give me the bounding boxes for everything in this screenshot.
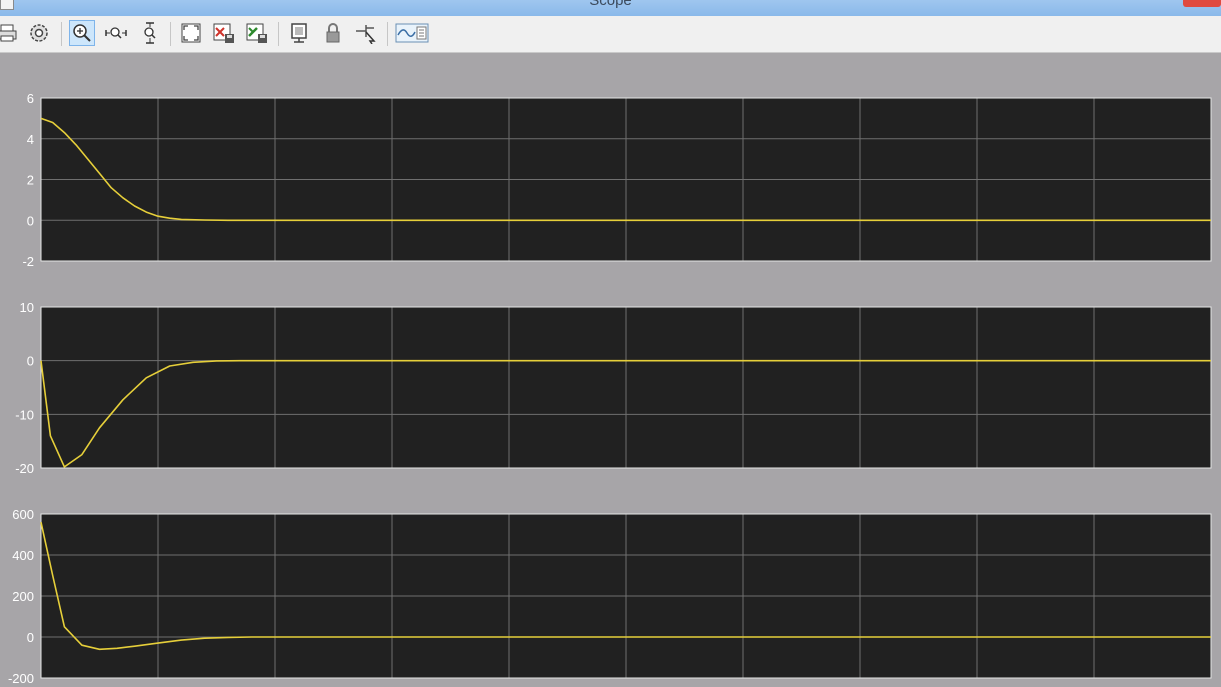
y-tick-label: 0 [27,354,34,369]
signal-selection-icon[interactable] [353,20,379,46]
scope-axes-3: 600 400 200 0 -200 [8,507,1212,686]
y-tick-label: -10 [15,407,34,422]
settings-icon[interactable] [26,20,52,46]
window-title: Scope [589,0,632,9]
save-axes-settings-icon[interactable] [211,20,237,46]
y-tick-label: -20 [15,461,34,476]
scope-figure: 6 4 2 0 -2 10 0 -10 -20 600 400 200 0 -200 [0,53,1221,687]
y-tick-label: 400 [12,548,34,563]
y-tick-label: -2 [22,254,34,269]
y-tick-label: 4 [27,132,34,147]
y-tick-label: 0 [27,630,34,645]
toolbar [0,16,1221,53]
title-bar: Scope [0,0,1221,16]
zoom-in-icon[interactable] [69,20,95,46]
floating-scope-icon[interactable] [286,20,312,46]
autoscale-icon[interactable] [178,20,204,46]
y-tick-label: 200 [12,589,34,604]
y-tick-label: 10 [20,300,34,315]
toolbar-separator [387,22,388,46]
zoom-x-icon[interactable] [103,20,129,46]
toolbar-separator [170,22,171,46]
close-button[interactable] [1183,0,1221,7]
scope-axes-2: 10 0 -10 -20 [15,300,1212,476]
lock-axes-icon[interactable] [320,20,346,46]
legend-icon[interactable] [395,20,429,46]
toolbar-separator [278,22,279,46]
y-tick-label: 6 [27,91,34,106]
print-icon[interactable] [0,20,20,46]
y-tick-label: -200 [8,671,34,686]
toolbar-separator [61,22,62,46]
restore-axes-settings-icon[interactable] [244,20,270,46]
scope-axes-1: 6 4 2 0 -2 [22,91,1212,269]
scope-plots: 6 4 2 0 -2 10 0 -10 -20 600 400 200 0 -200 [8,91,1212,686]
y-tick-label: 0 [27,213,34,228]
y-tick-label: 600 [12,507,34,522]
zoom-y-icon[interactable] [137,20,163,46]
y-tick-label: 2 [27,173,34,188]
